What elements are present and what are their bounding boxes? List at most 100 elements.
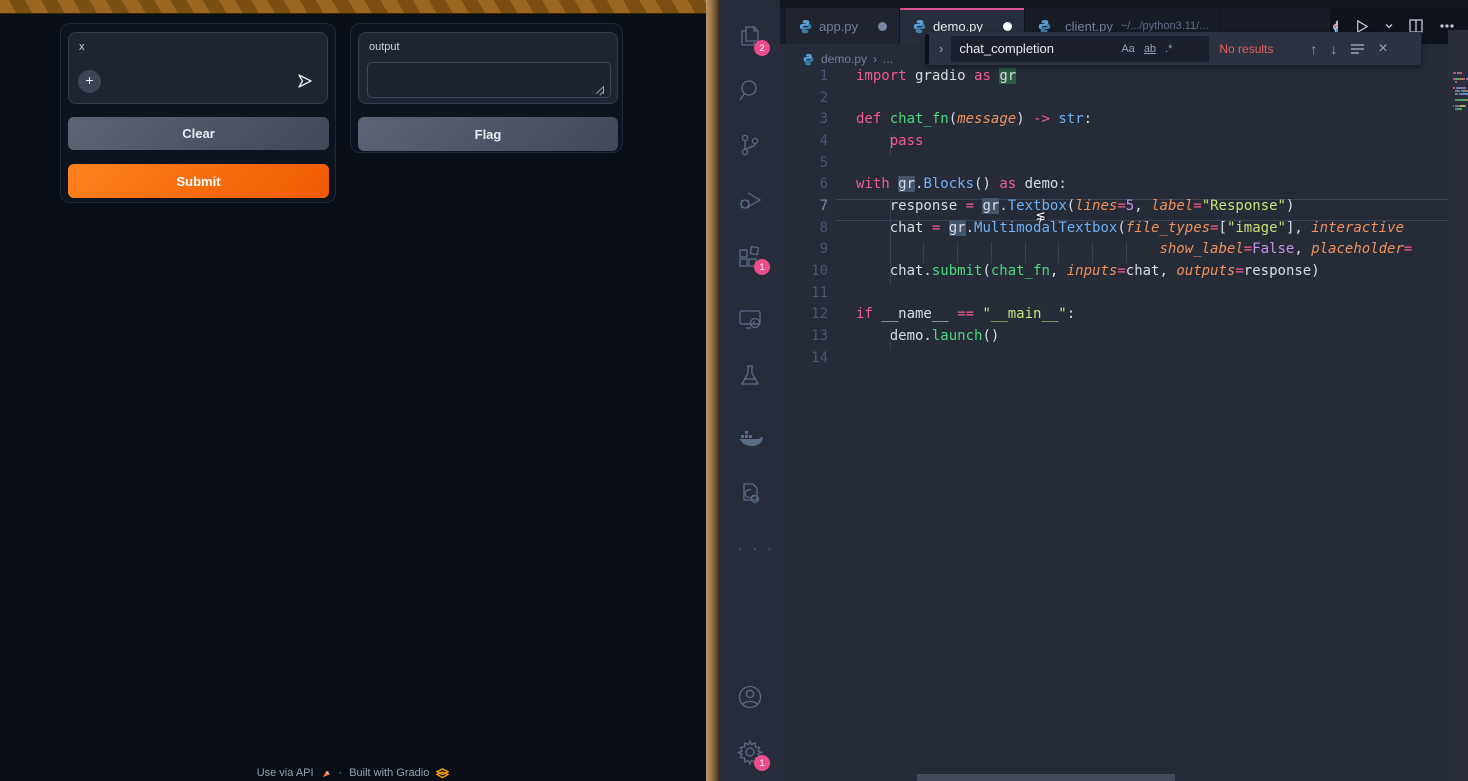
built-with-gradio-link[interactable]: Built with Gradio [349,767,429,779]
code-line[interactable]: def chat_fn(message) -> str: [856,111,1448,133]
minimap-content [1453,72,1468,114]
modified-dot-icon[interactable] [878,22,887,31]
find-next-button[interactable]: ↓ [1330,41,1337,57]
minimap-line [1453,75,1468,77]
line-number: 4 [780,133,828,155]
multimodal-input-panel[interactable]: x + [68,32,328,104]
code-line[interactable]: if __name__ == "__main__": [856,306,1448,328]
python-icon [802,53,815,66]
line-number: 8 [780,220,828,242]
code-line[interactable]: import gradio as gr [856,68,1448,90]
line-number: 6 [780,176,828,198]
line-number: 10 [780,263,828,285]
vscode-window: 2 1 · · · 1 [720,0,1468,781]
line-number: 9 [780,241,828,263]
find-input[interactable] [951,41,1121,56]
run-dropdown-chevron-icon[interactable] [1384,21,1394,31]
activity-bar: 2 1 · · · 1 [720,0,780,781]
code-line[interactable]: response = gr.Textbox(lines=5, label="Re… [856,198,1448,220]
chrome-top-strip [780,0,1468,8]
line-number: 14 [780,350,828,372]
indent-guide [890,134,891,156]
code-line[interactable]: chat = gr.MultimodalTextbox(file_types=[… [856,220,1448,242]
rocket-icon [321,768,332,779]
settings-gear-icon[interactable]: 1 [736,738,764,766]
run-debug-icon[interactable] [736,187,764,215]
modified-dot-icon[interactable] [1003,22,1012,31]
indent-guide [923,242,924,264]
extensions-badge: 1 [754,259,770,275]
account-icon[interactable] [736,683,764,711]
code-line[interactable]: pass [856,133,1448,155]
gradio-app: x + Clear Submit output Flag Use via API… [0,0,706,781]
flag-button[interactable]: Flag [358,117,618,151]
code-lines[interactable]: import gradio as gr def chat_fn(message) … [856,68,1448,398]
breadcrumb-file[interactable]: demo.py [821,52,867,66]
window-divider[interactable] [706,0,720,781]
find-close-button[interactable]: × [1378,40,1387,58]
submit-button[interactable]: Submit [68,164,329,198]
send-icon[interactable] [295,71,315,91]
clear-button[interactable]: Clear [68,117,329,150]
tab-app-py[interactable]: app.py [786,8,900,44]
line-number: 7 [780,198,828,220]
gradio-logo-icon [436,768,449,779]
find-in-selection-button[interactable] [1350,43,1365,55]
find-previous-button[interactable]: ↑ [1310,41,1317,57]
indent-guide [1126,242,1127,264]
testing-beaker-icon[interactable] [736,361,764,389]
code-line[interactable]: chat.submit(chat_fn, inputs=chat, output… [856,263,1448,285]
remote-explorer-icon[interactable] [736,305,764,333]
line-number: 11 [780,285,828,307]
find-widget: › Aa ab .* No results ↑ ↓ × [926,32,1422,66]
horizontal-scrollbar[interactable] [917,774,1175,781]
indent-guide [890,328,891,350]
line-number: 12 [780,306,828,328]
minimap-line [1453,99,1468,101]
indent-guide [991,242,992,264]
match-case-button[interactable]: Aa [1121,43,1134,55]
regex-button[interactable]: .* [1165,43,1172,55]
search-icon[interactable] [736,76,764,104]
python-icon [912,19,927,34]
minimap-line [1453,105,1468,107]
extensions-icon[interactable]: 1 [736,242,764,270]
add-file-button[interactable]: + [78,70,101,93]
resize-handle-icon[interactable] [596,86,604,94]
tab-description: ~/.../python3.11/... [1121,20,1209,32]
gutter: 1234567891011121314 [780,68,828,371]
docker-icon[interactable] [736,425,764,453]
code-line[interactable] [856,350,1448,372]
whole-word-button[interactable]: ab [1144,43,1156,55]
find-widget-sash[interactable] [925,34,929,64]
line-number: 13 [780,328,828,350]
toggle-replace-chevron-icon[interactable]: › [939,41,943,56]
minimap-line [1453,72,1468,74]
cmake-tools-icon[interactable] [736,480,764,508]
use-via-api-link[interactable]: Use via API [257,767,314,779]
output-textarea[interactable] [367,62,611,98]
explorer-badge: 2 [754,40,770,56]
code-line[interactable] [856,285,1448,307]
indent-guide [1058,242,1059,264]
code-line[interactable]: show_label=False, placeholder= [856,241,1448,263]
minimap-line [1453,93,1468,95]
gradio-footer: Use via API · Built with Gradio [0,767,706,779]
code-line[interactable] [856,155,1448,177]
gradio-loading-bar [0,0,706,14]
code-line[interactable] [856,90,1448,112]
indent-guide [957,242,958,264]
minimap[interactable] [1448,30,1468,781]
breadcrumb-more[interactable]: ... [883,52,893,66]
minimap-line [1453,78,1468,80]
footer-dot: · [339,767,343,779]
minimap-line [1453,90,1468,92]
code-line[interactable]: with gr.Blocks() as demo: [856,176,1448,198]
settings-badge: 1 [754,755,770,771]
editor-area: app.py demo.py _client.py ~/.../python3.… [780,0,1468,781]
code-line[interactable]: demo.launch() [856,328,1448,350]
source-control-icon[interactable] [736,131,764,159]
output-group: output Flag [350,23,623,153]
more-views-icon[interactable]: · · · [738,540,766,568]
explorer-icon[interactable]: 2 [736,23,764,51]
